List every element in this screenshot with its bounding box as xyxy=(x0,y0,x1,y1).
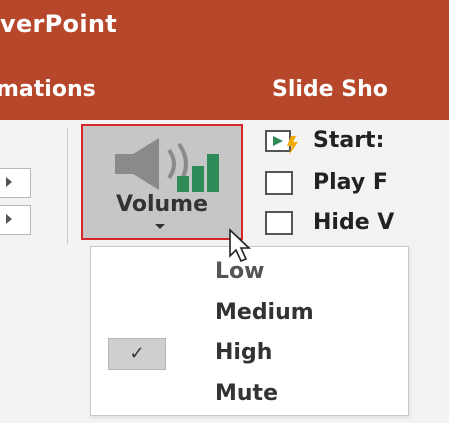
menu-item-mute[interactable]: Mute xyxy=(91,375,408,417)
hide-label: Hide V xyxy=(313,210,395,235)
ribbon-tab-row: mations Slide Sho xyxy=(0,62,449,120)
title-bar: verPoint xyxy=(0,0,449,62)
start-label: Start: xyxy=(313,128,385,153)
tab-animations[interactable]: mations xyxy=(0,77,96,102)
spinner-arrow-icon xyxy=(6,214,12,224)
group-separator xyxy=(67,128,68,244)
menu-item-label: Medium xyxy=(215,300,314,325)
play-start-icon xyxy=(265,130,298,155)
menu-item-high[interactable]: ✓ High xyxy=(91,334,408,376)
menu-item-label: High xyxy=(215,340,273,365)
menu-item-medium[interactable]: Medium xyxy=(91,294,408,336)
volume-label: Volume xyxy=(116,192,208,217)
tab-slide-show[interactable]: Slide Sho xyxy=(272,77,388,102)
volume-dropdown-menu: Low Medium ✓ High Mute xyxy=(90,246,409,416)
checkbox-icon[interactable] xyxy=(265,211,293,235)
play-label: Play F xyxy=(313,170,388,195)
volume-button[interactable]: Volume xyxy=(81,124,243,240)
mouse-pointer-icon xyxy=(229,228,252,263)
checkbox-icon[interactable] xyxy=(265,171,293,195)
spinner-up-control[interactable] xyxy=(0,168,31,198)
chevron-down-icon xyxy=(155,224,165,229)
spinner-down-control[interactable] xyxy=(0,205,31,235)
app-title: verPoint xyxy=(0,10,118,38)
menu-item-label: Mute xyxy=(215,381,278,406)
speaker-volume-icon xyxy=(115,138,219,192)
checkmark-icon: ✓ xyxy=(108,338,166,370)
spinner-arrow-icon xyxy=(6,177,12,187)
